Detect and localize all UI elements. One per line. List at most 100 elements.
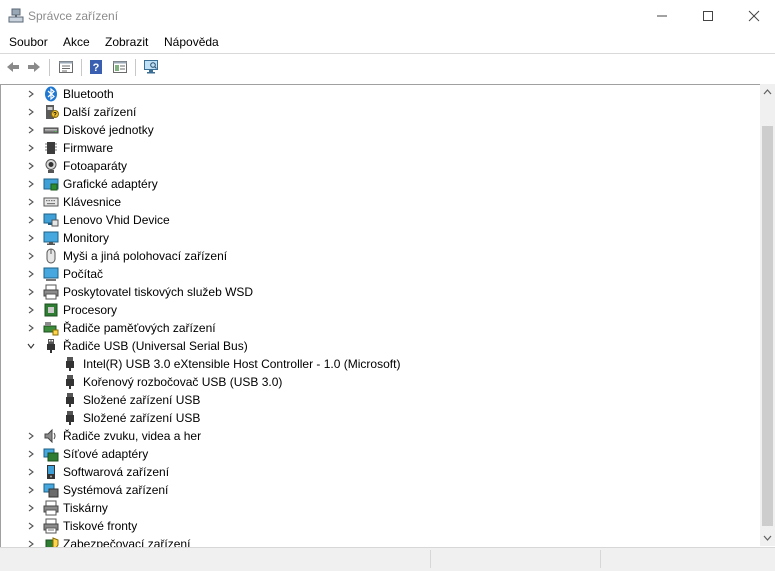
chevron-down-icon[interactable] bbox=[25, 340, 37, 352]
tree-category-label: Lenovo Vhid Device bbox=[63, 213, 170, 227]
status-bar bbox=[0, 547, 775, 571]
firmware-icon bbox=[43, 140, 59, 156]
tree-category-row[interactable]: Bluetooth bbox=[1, 85, 741, 103]
chevron-right-icon[interactable] bbox=[25, 88, 37, 100]
tree-category-row[interactable]: Řadiče zvuku, videa a her bbox=[1, 427, 741, 445]
print-queue-icon bbox=[43, 518, 59, 534]
processor-icon bbox=[43, 302, 59, 318]
menu-soubor[interactable]: Soubor bbox=[9, 35, 48, 49]
tree-category-row[interactable]: Počítač bbox=[1, 265, 741, 283]
tree-category-row[interactable]: Poskytovatel tiskových služeb WSD bbox=[1, 283, 741, 301]
tree-category-row[interactable]: Systémová zařízení bbox=[1, 481, 741, 499]
chevron-right-icon[interactable] bbox=[25, 322, 37, 334]
chevron-right-icon[interactable] bbox=[25, 268, 37, 280]
chevron-right-icon[interactable] bbox=[25, 106, 37, 118]
properties-icon[interactable] bbox=[56, 57, 76, 77]
tree-category-row[interactable]: Lenovo Vhid Device bbox=[1, 211, 741, 229]
tree-category-label: Další zařízení bbox=[63, 105, 137, 119]
chevron-right-icon[interactable] bbox=[25, 538, 37, 547]
chevron-right-icon[interactable] bbox=[25, 466, 37, 478]
other-device-icon: ? bbox=[43, 104, 59, 120]
status-segment bbox=[430, 550, 431, 568]
chevron-right-icon[interactable] bbox=[25, 142, 37, 154]
chevron-right-icon[interactable] bbox=[25, 250, 37, 262]
chevron-right-icon[interactable] bbox=[25, 214, 37, 226]
tree-category-label: Řadiče paměťových zařízení bbox=[63, 321, 216, 335]
tree-category-row[interactable]: Diskové jednotky bbox=[1, 121, 741, 139]
scroll-up-icon[interactable] bbox=[763, 88, 772, 97]
scroll-down-icon[interactable] bbox=[763, 533, 772, 542]
tree-category-row[interactable]: Tiskové fronty bbox=[1, 517, 741, 535]
chevron-right-icon[interactable] bbox=[25, 232, 37, 244]
tree-category-row[interactable]: Zabezpečovací zařízení bbox=[1, 535, 741, 547]
back-icon[interactable] bbox=[3, 57, 23, 77]
menu-napoveda[interactable]: Nápověda bbox=[164, 35, 219, 49]
tree-category-label: Řadiče zvuku, videa a her bbox=[63, 429, 202, 443]
tree-device-row[interactable]: Intel(R) USB 3.0 eXtensible Host Control… bbox=[1, 355, 741, 373]
tree-device-row[interactable]: Složené zařízení USB bbox=[1, 391, 741, 409]
display-adapter-icon bbox=[43, 176, 59, 192]
tree-category-row[interactable]: Procesory bbox=[1, 301, 741, 319]
chevron-right-icon[interactable] bbox=[25, 124, 37, 136]
tree-category-label: Řadiče USB (Universal Serial Bus) bbox=[63, 339, 248, 353]
security-device-icon bbox=[43, 536, 59, 547]
tree-category-row[interactable]: Firmware bbox=[1, 139, 741, 157]
tree-category-row[interactable]: Řadiče USB (Universal Serial Bus) bbox=[1, 337, 741, 355]
chevron-right-icon[interactable] bbox=[25, 520, 37, 532]
menu-akce[interactable]: Akce bbox=[63, 35, 90, 49]
minimize-button[interactable] bbox=[639, 0, 685, 31]
status-segment bbox=[600, 550, 601, 568]
action-view-icon[interactable] bbox=[110, 57, 130, 77]
tree-device-label: Kořenový rozbočovač USB (USB 3.0) bbox=[83, 375, 283, 389]
tree-category-label: Procesory bbox=[63, 303, 118, 317]
chevron-right-icon[interactable] bbox=[25, 430, 37, 442]
help-icon[interactable]: ? bbox=[86, 57, 106, 77]
tree-device-label: Složené zařízení USB bbox=[83, 411, 201, 425]
chevron-right-icon[interactable] bbox=[25, 160, 37, 172]
window-title: Správce zařízení bbox=[28, 9, 119, 23]
tree-category-row[interactable]: Síťové adaptéry bbox=[1, 445, 741, 463]
tree-category-label: Poskytovatel tiskových služeb WSD bbox=[63, 285, 254, 299]
toolbar: ? bbox=[0, 54, 775, 81]
chevron-right-icon[interactable] bbox=[25, 178, 37, 190]
tree-category-row[interactable]: Řadiče paměťových zařízení bbox=[1, 319, 741, 337]
scan-hardware-icon[interactable] bbox=[141, 57, 161, 77]
chevron-right-icon[interactable] bbox=[25, 484, 37, 496]
vertical-scrollbar[interactable] bbox=[760, 84, 775, 546]
usb-device-icon bbox=[62, 410, 78, 426]
tree-category-row[interactable]: Myši a jiná polohovací zařízení bbox=[1, 247, 741, 265]
tree-device-row[interactable]: Kořenový rozbočovač USB (USB 3.0) bbox=[1, 373, 741, 391]
scrollbar-thumb[interactable] bbox=[762, 126, 773, 526]
tree-category-row[interactable]: Softwarová zařízení bbox=[1, 463, 741, 481]
menu-zobrazit[interactable]: Zobrazit bbox=[105, 35, 148, 49]
tree-category-row[interactable]: ? Další zařízení bbox=[1, 103, 741, 121]
menu-bar: Soubor Akce Zobrazit Nápověda bbox=[0, 32, 775, 52]
maximize-button[interactable] bbox=[685, 0, 731, 31]
chevron-right-icon[interactable] bbox=[25, 502, 37, 514]
close-button[interactable] bbox=[731, 0, 775, 31]
storage-controller-icon bbox=[43, 320, 59, 336]
chevron-right-icon[interactable] bbox=[25, 448, 37, 460]
software-device-icon bbox=[43, 464, 59, 480]
tree-device-label: Složené zařízení USB bbox=[83, 393, 201, 407]
chevron-right-icon[interactable] bbox=[25, 196, 37, 208]
system-device-icon bbox=[43, 482, 59, 498]
tree-category-row[interactable]: Klávesnice bbox=[1, 193, 741, 211]
monitor-icon bbox=[43, 230, 59, 246]
forward-icon[interactable] bbox=[24, 57, 44, 77]
chevron-right-icon[interactable] bbox=[25, 304, 37, 316]
toolbar-separator bbox=[49, 59, 50, 76]
speaker-icon bbox=[43, 428, 59, 444]
device-manager-icon bbox=[8, 8, 24, 24]
tree-category-label: Firmware bbox=[63, 141, 113, 155]
tree-category-row[interactable]: Monitory bbox=[1, 229, 741, 247]
tree-category-label: Počítač bbox=[63, 267, 104, 281]
tree-category-row[interactable]: Fotoaparáty bbox=[1, 157, 741, 175]
tree-category-row[interactable]: Tiskárny bbox=[1, 499, 741, 517]
device-tree[interactable]: Bluetooth? Další zařízení Diskové jednotky… bbox=[0, 84, 761, 547]
chevron-right-icon[interactable] bbox=[25, 286, 37, 298]
svg-text:?: ? bbox=[93, 62, 100, 74]
mouse-icon bbox=[43, 248, 59, 264]
tree-category-row[interactable]: Grafické adaptéry bbox=[1, 175, 741, 193]
tree-device-row[interactable]: Složené zařízení USB bbox=[1, 409, 741, 427]
